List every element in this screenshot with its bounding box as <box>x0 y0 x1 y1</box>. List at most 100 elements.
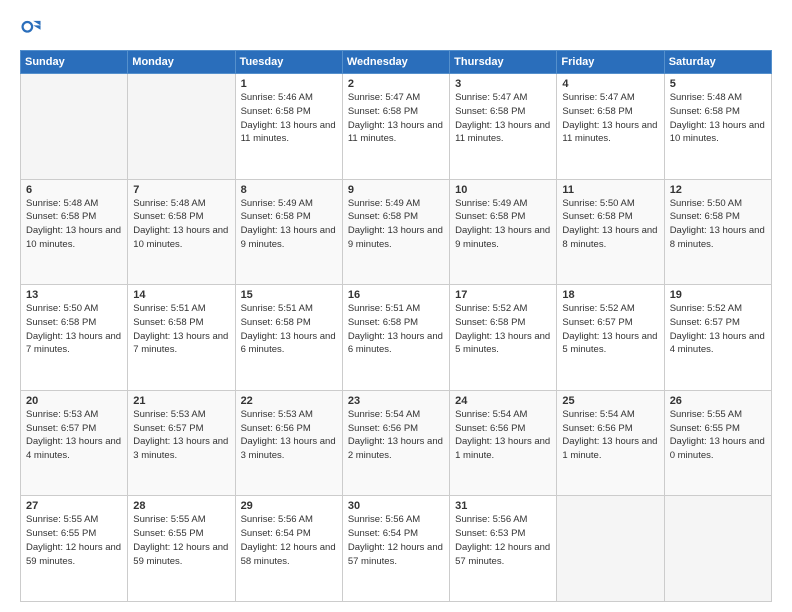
day-number: 26 <box>670 395 766 407</box>
calendar-cell: 9Sunrise: 5:49 AMSunset: 6:58 PMDaylight… <box>342 179 449 285</box>
logo-icon <box>20 18 42 40</box>
calendar-cell: 14Sunrise: 5:51 AMSunset: 6:58 PMDayligh… <box>128 285 235 391</box>
calendar-cell: 1Sunrise: 5:46 AMSunset: 6:58 PMDaylight… <box>235 74 342 180</box>
day-number: 14 <box>133 289 229 301</box>
day-number: 28 <box>133 500 229 512</box>
calendar-cell: 15Sunrise: 5:51 AMSunset: 6:58 PMDayligh… <box>235 285 342 391</box>
cell-info: Sunrise: 5:51 AMSunset: 6:58 PMDaylight:… <box>348 302 444 357</box>
day-number: 23 <box>348 395 444 407</box>
cell-info: Sunrise: 5:51 AMSunset: 6:58 PMDaylight:… <box>133 302 229 357</box>
day-number: 11 <box>562 184 658 196</box>
calendar-cell: 29Sunrise: 5:56 AMSunset: 6:54 PMDayligh… <box>235 496 342 602</box>
day-header-monday: Monday <box>128 51 235 74</box>
cell-info: Sunrise: 5:53 AMSunset: 6:57 PMDaylight:… <box>133 408 229 463</box>
cell-info: Sunrise: 5:47 AMSunset: 6:58 PMDaylight:… <box>348 91 444 146</box>
day-number: 25 <box>562 395 658 407</box>
day-header-saturday: Saturday <box>664 51 771 74</box>
cell-info: Sunrise: 5:56 AMSunset: 6:54 PMDaylight:… <box>241 513 337 568</box>
cell-info: Sunrise: 5:49 AMSunset: 6:58 PMDaylight:… <box>348 197 444 252</box>
calendar-cell: 5Sunrise: 5:48 AMSunset: 6:58 PMDaylight… <box>664 74 771 180</box>
calendar-cell: 23Sunrise: 5:54 AMSunset: 6:56 PMDayligh… <box>342 390 449 496</box>
day-number: 7 <box>133 184 229 196</box>
calendar-cell: 8Sunrise: 5:49 AMSunset: 6:58 PMDaylight… <box>235 179 342 285</box>
cell-info: Sunrise: 5:51 AMSunset: 6:58 PMDaylight:… <box>241 302 337 357</box>
day-number: 12 <box>670 184 766 196</box>
day-header-friday: Friday <box>557 51 664 74</box>
calendar-cell <box>664 496 771 602</box>
cell-info: Sunrise: 5:48 AMSunset: 6:58 PMDaylight:… <box>26 197 122 252</box>
calendar-cell: 2Sunrise: 5:47 AMSunset: 6:58 PMDaylight… <box>342 74 449 180</box>
cell-info: Sunrise: 5:54 AMSunset: 6:56 PMDaylight:… <box>455 408 551 463</box>
day-number: 27 <box>26 500 122 512</box>
calendar-cell: 30Sunrise: 5:56 AMSunset: 6:54 PMDayligh… <box>342 496 449 602</box>
calendar-cell <box>557 496 664 602</box>
calendar-cell: 10Sunrise: 5:49 AMSunset: 6:58 PMDayligh… <box>450 179 557 285</box>
cell-info: Sunrise: 5:55 AMSunset: 6:55 PMDaylight:… <box>670 408 766 463</box>
cell-info: Sunrise: 5:54 AMSunset: 6:56 PMDaylight:… <box>562 408 658 463</box>
day-number: 9 <box>348 184 444 196</box>
cell-info: Sunrise: 5:56 AMSunset: 6:53 PMDaylight:… <box>455 513 551 568</box>
calendar-cell: 16Sunrise: 5:51 AMSunset: 6:58 PMDayligh… <box>342 285 449 391</box>
calendar-cell: 13Sunrise: 5:50 AMSunset: 6:58 PMDayligh… <box>21 285 128 391</box>
week-row-3: 13Sunrise: 5:50 AMSunset: 6:58 PMDayligh… <box>21 285 772 391</box>
calendar-cell: 28Sunrise: 5:55 AMSunset: 6:55 PMDayligh… <box>128 496 235 602</box>
week-row-1: 1Sunrise: 5:46 AMSunset: 6:58 PMDaylight… <box>21 74 772 180</box>
calendar-cell: 4Sunrise: 5:47 AMSunset: 6:58 PMDaylight… <box>557 74 664 180</box>
day-number: 15 <box>241 289 337 301</box>
calendar-cell <box>21 74 128 180</box>
calendar-cell: 20Sunrise: 5:53 AMSunset: 6:57 PMDayligh… <box>21 390 128 496</box>
day-number: 8 <box>241 184 337 196</box>
day-header-thursday: Thursday <box>450 51 557 74</box>
cell-info: Sunrise: 5:52 AMSunset: 6:58 PMDaylight:… <box>455 302 551 357</box>
day-number: 30 <box>348 500 444 512</box>
day-number: 4 <box>562 78 658 90</box>
cell-info: Sunrise: 5:55 AMSunset: 6:55 PMDaylight:… <box>26 513 122 568</box>
day-number: 18 <box>562 289 658 301</box>
calendar-cell: 17Sunrise: 5:52 AMSunset: 6:58 PMDayligh… <box>450 285 557 391</box>
calendar-cell: 12Sunrise: 5:50 AMSunset: 6:58 PMDayligh… <box>664 179 771 285</box>
calendar-cell: 21Sunrise: 5:53 AMSunset: 6:57 PMDayligh… <box>128 390 235 496</box>
calendar-cell: 25Sunrise: 5:54 AMSunset: 6:56 PMDayligh… <box>557 390 664 496</box>
cell-info: Sunrise: 5:55 AMSunset: 6:55 PMDaylight:… <box>133 513 229 568</box>
header <box>20 18 772 40</box>
cell-info: Sunrise: 5:50 AMSunset: 6:58 PMDaylight:… <box>26 302 122 357</box>
cell-info: Sunrise: 5:52 AMSunset: 6:57 PMDaylight:… <box>562 302 658 357</box>
cell-info: Sunrise: 5:52 AMSunset: 6:57 PMDaylight:… <box>670 302 766 357</box>
week-row-2: 6Sunrise: 5:48 AMSunset: 6:58 PMDaylight… <box>21 179 772 285</box>
day-number: 19 <box>670 289 766 301</box>
day-number: 5 <box>670 78 766 90</box>
cell-info: Sunrise: 5:49 AMSunset: 6:58 PMDaylight:… <box>241 197 337 252</box>
week-row-4: 20Sunrise: 5:53 AMSunset: 6:57 PMDayligh… <box>21 390 772 496</box>
calendar-cell: 31Sunrise: 5:56 AMSunset: 6:53 PMDayligh… <box>450 496 557 602</box>
cell-info: Sunrise: 5:53 AMSunset: 6:56 PMDaylight:… <box>241 408 337 463</box>
cell-info: Sunrise: 5:53 AMSunset: 6:57 PMDaylight:… <box>26 408 122 463</box>
calendar-cell: 6Sunrise: 5:48 AMSunset: 6:58 PMDaylight… <box>21 179 128 285</box>
cell-info: Sunrise: 5:48 AMSunset: 6:58 PMDaylight:… <box>670 91 766 146</box>
cell-info: Sunrise: 5:50 AMSunset: 6:58 PMDaylight:… <box>670 197 766 252</box>
day-number: 2 <box>348 78 444 90</box>
day-number: 20 <box>26 395 122 407</box>
day-number: 6 <box>26 184 122 196</box>
day-number: 21 <box>133 395 229 407</box>
page: SundayMondayTuesdayWednesdayThursdayFrid… <box>0 0 792 612</box>
day-number: 22 <box>241 395 337 407</box>
calendar-cell: 18Sunrise: 5:52 AMSunset: 6:57 PMDayligh… <box>557 285 664 391</box>
logo <box>20 18 46 40</box>
day-header-tuesday: Tuesday <box>235 51 342 74</box>
calendar-header-row: SundayMondayTuesdayWednesdayThursdayFrid… <box>21 51 772 74</box>
cell-info: Sunrise: 5:49 AMSunset: 6:58 PMDaylight:… <box>455 197 551 252</box>
cell-info: Sunrise: 5:46 AMSunset: 6:58 PMDaylight:… <box>241 91 337 146</box>
day-header-wednesday: Wednesday <box>342 51 449 74</box>
calendar-cell: 3Sunrise: 5:47 AMSunset: 6:58 PMDaylight… <box>450 74 557 180</box>
day-header-sunday: Sunday <box>21 51 128 74</box>
cell-info: Sunrise: 5:56 AMSunset: 6:54 PMDaylight:… <box>348 513 444 568</box>
cell-info: Sunrise: 5:50 AMSunset: 6:58 PMDaylight:… <box>562 197 658 252</box>
calendar-cell: 27Sunrise: 5:55 AMSunset: 6:55 PMDayligh… <box>21 496 128 602</box>
calendar-cell: 11Sunrise: 5:50 AMSunset: 6:58 PMDayligh… <box>557 179 664 285</box>
calendar-cell: 24Sunrise: 5:54 AMSunset: 6:56 PMDayligh… <box>450 390 557 496</box>
day-number: 1 <box>241 78 337 90</box>
cell-info: Sunrise: 5:48 AMSunset: 6:58 PMDaylight:… <box>133 197 229 252</box>
calendar: SundayMondayTuesdayWednesdayThursdayFrid… <box>20 50 772 602</box>
day-number: 3 <box>455 78 551 90</box>
day-number: 10 <box>455 184 551 196</box>
